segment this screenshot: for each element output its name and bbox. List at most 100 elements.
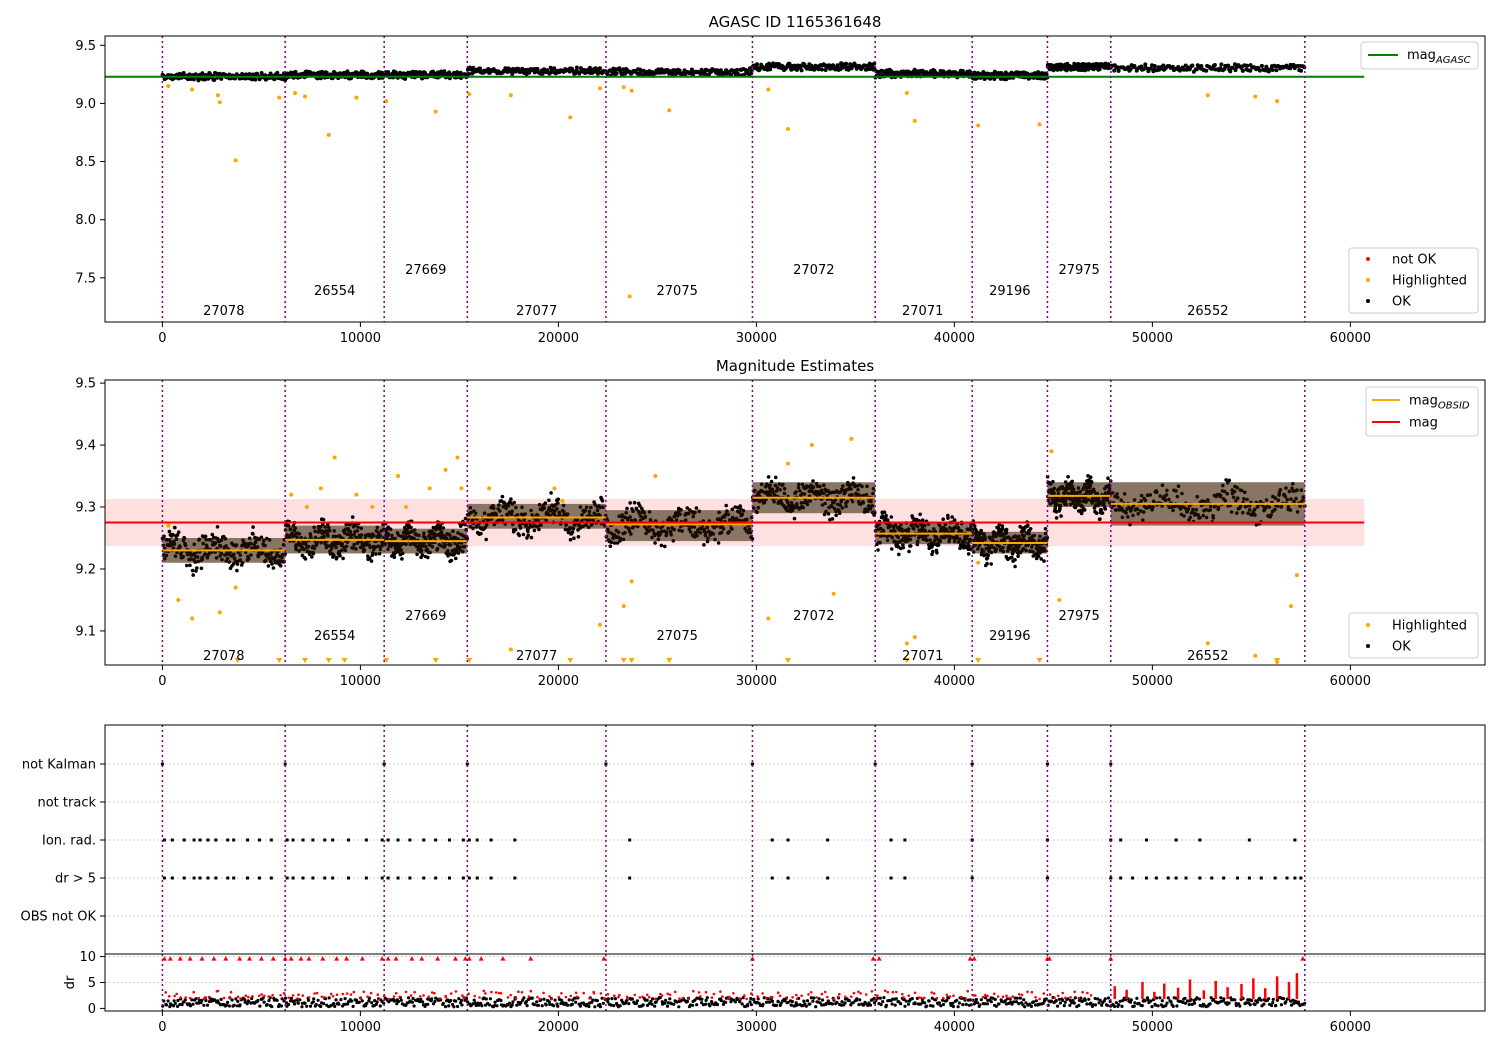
dr-point [452, 1005, 456, 1009]
dr-point [544, 1003, 548, 1007]
dr-point [630, 997, 634, 1001]
ok-point [1059, 514, 1063, 518]
flag-point [192, 838, 196, 842]
dr-point [507, 1001, 511, 1005]
legend-label-subscript: AGASC [1435, 55, 1471, 66]
highlighted-point [289, 492, 294, 497]
obsid-label: 27078 [203, 649, 244, 664]
highlighted-point [396, 474, 401, 479]
flag-category-label: Ion. rad. [42, 834, 96, 849]
ok-point [478, 66, 482, 71]
flag-point [301, 838, 305, 842]
dr-point [194, 997, 198, 1001]
dr-point [343, 997, 347, 1001]
highlighted-point [621, 85, 626, 90]
ok-point [1100, 511, 1105, 515]
dr-point [540, 1004, 544, 1008]
dr-point [618, 1004, 622, 1008]
ok-point [931, 549, 935, 554]
highlighted-point [904, 641, 909, 646]
ok-point [1219, 62, 1224, 67]
flag-point [291, 876, 295, 880]
dr-point [535, 1000, 539, 1004]
highlighted-point [176, 597, 181, 602]
ok-point [792, 516, 797, 521]
ok-point [1010, 555, 1014, 560]
ok-point [1004, 527, 1009, 532]
dr-point [767, 1000, 772, 1004]
dr-point [606, 1000, 610, 1004]
flag-point [1285, 876, 1289, 880]
flag-point [826, 838, 830, 842]
flag-point [269, 838, 273, 842]
dr-point [232, 1003, 236, 1007]
highlighted-point [304, 505, 309, 510]
obsid-label: 27072 [793, 263, 834, 278]
dr-point [668, 997, 672, 1001]
highlighted-point [1049, 449, 1054, 454]
ok-point [1226, 63, 1231, 68]
flag-point [489, 838, 493, 842]
dr-point [460, 1003, 464, 1007]
dr-point [399, 998, 403, 1002]
ok-point [1013, 564, 1017, 569]
dr-point [805, 999, 810, 1003]
ok-point [799, 68, 804, 73]
dr-point [724, 1000, 728, 1005]
ok-point [176, 530, 181, 534]
flag-point [448, 838, 452, 842]
dr-point [525, 1004, 529, 1008]
dr-point [421, 1000, 425, 1004]
ok-point [338, 554, 342, 558]
dr-point [484, 997, 488, 1001]
flag-point [311, 838, 315, 842]
ok-point [1132, 64, 1137, 68]
ok-point [1016, 554, 1020, 558]
dr-point [300, 1005, 304, 1009]
dr-point [553, 998, 557, 1002]
flag-point [311, 876, 315, 880]
ok-point [570, 530, 575, 534]
dr-point [267, 999, 271, 1003]
highlighted-point [326, 132, 331, 137]
x-tick-label: 60000 [1330, 674, 1371, 689]
flag-point [214, 838, 218, 842]
dr-point [672, 1002, 676, 1006]
ok-point [614, 71, 619, 76]
highlighted-point [1253, 94, 1258, 99]
flag-point [1198, 838, 1202, 842]
flag-point [246, 838, 250, 842]
dr-point [610, 997, 614, 1001]
flag-point [192, 876, 196, 880]
dr-point [595, 999, 599, 1003]
dr-point [536, 1003, 541, 1008]
ok-point [901, 545, 906, 550]
flag-category-label: OBS not OK [21, 910, 97, 925]
dr-point [499, 998, 503, 1003]
dr-point [651, 997, 655, 1001]
flag-point [1259, 876, 1263, 880]
ok-point [1212, 63, 1217, 67]
flag-point [162, 876, 166, 880]
flag-point [770, 838, 774, 842]
dr-point [303, 1001, 307, 1005]
ok-point [167, 529, 172, 534]
ok-point [735, 67, 739, 72]
x-tick-label: 60000 [1330, 331, 1371, 346]
ok-point [908, 544, 913, 548]
ok-point [1106, 476, 1110, 481]
dr-point [410, 1000, 414, 1004]
ok-point [625, 506, 629, 511]
flag-point [323, 838, 327, 842]
dr-point [279, 1004, 283, 1008]
highlighted-point [766, 616, 771, 621]
ok-point [1103, 507, 1108, 511]
flag-point [422, 876, 426, 880]
ok-point [449, 558, 454, 563]
x-tick-label: 30000 [736, 331, 777, 346]
flag-point [889, 876, 893, 880]
flag-point [408, 838, 412, 842]
highlighted-point [302, 94, 307, 99]
flag-point [170, 876, 174, 880]
dr-point [591, 998, 595, 1002]
